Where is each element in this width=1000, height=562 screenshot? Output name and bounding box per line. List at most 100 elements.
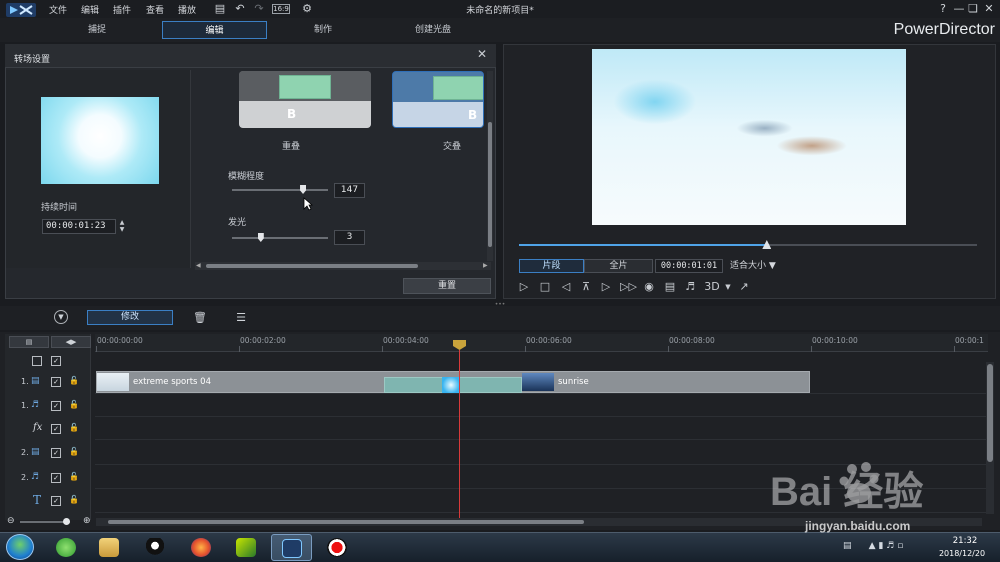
zoom-in-icon[interactable]: ⊕ bbox=[83, 516, 91, 526]
panel-horizontal-scroll-thumb[interactable] bbox=[206, 264, 418, 268]
fast-forward-icon[interactable]: ▷▷ bbox=[620, 280, 637, 294]
clock-time[interactable]: 21:32 bbox=[940, 536, 990, 546]
redo-icon[interactable]: ↷ bbox=[252, 2, 266, 16]
modify-button[interactable]: 修改 bbox=[87, 310, 173, 325]
lock-icon[interactable]: 🔓 bbox=[69, 447, 79, 456]
track-enable-checkbox[interactable]: ✓ bbox=[51, 448, 61, 458]
track-enable-checkbox[interactable]: ✓ bbox=[51, 401, 61, 411]
panel-title: 转场设置 bbox=[14, 55, 51, 65]
3d-dropdown-icon[interactable]: ▼ bbox=[721, 280, 735, 294]
menu-edit[interactable]: 编辑 bbox=[81, 3, 99, 16]
effect-card-overlap[interactable]: B bbox=[239, 71, 371, 128]
firefox-icon bbox=[191, 538, 211, 557]
duration-spinner[interactable]: ▲ ▼ bbox=[116, 219, 128, 234]
minimize-icon[interactable]: — bbox=[952, 2, 966, 16]
taskbar-app-qq[interactable] bbox=[135, 534, 176, 561]
timecode-display[interactable]: 00:00:01:01 bbox=[655, 259, 723, 273]
scroll-left-icon[interactable]: ◀ bbox=[196, 262, 201, 269]
ruler-tick bbox=[382, 346, 383, 352]
taskbar-app-editor[interactable] bbox=[226, 534, 267, 561]
lock-icon[interactable]: 🔓 bbox=[69, 472, 79, 481]
subtitle-icon[interactable]: ▤ bbox=[663, 280, 677, 294]
delete-icon[interactable]: 🗑 bbox=[193, 310, 207, 325]
title-track-icon: T bbox=[33, 493, 42, 507]
start-button[interactable] bbox=[6, 534, 34, 560]
zoom-fit-dropdown[interactable]: 适合大小 ▼ bbox=[730, 259, 788, 273]
ruler-label: 00:00:04:00 bbox=[383, 336, 429, 345]
aspect-ratio-icon[interactable]: 16:9 bbox=[272, 4, 290, 14]
glow-value-input[interactable]: 3 bbox=[334, 230, 365, 245]
lock-icon[interactable]: 🔓 bbox=[69, 423, 79, 432]
blur-slider-track[interactable] bbox=[232, 189, 328, 191]
previous-frame-icon[interactable]: ◁ bbox=[559, 280, 573, 294]
track-enable-checkbox[interactable]: ✓ bbox=[51, 377, 61, 387]
taskbar-app-browser[interactable] bbox=[46, 534, 87, 561]
playhead-line bbox=[459, 350, 460, 518]
zoom-slider-thumb[interactable] bbox=[63, 518, 70, 525]
next-frame-icon[interactable]: ▷ bbox=[599, 280, 613, 294]
close-icon[interactable]: ✕ bbox=[982, 2, 996, 16]
3d-button[interactable]: 3D bbox=[704, 280, 720, 294]
panel-close-icon[interactable]: ✕ bbox=[475, 47, 489, 61]
audio-track-icon: ♬ bbox=[31, 400, 40, 410]
panel-vertical-scroll-thumb[interactable] bbox=[488, 122, 492, 247]
movie-mode-button[interactable]: 全片 bbox=[584, 259, 653, 273]
lock-icon[interactable]: 🔓 bbox=[69, 376, 79, 385]
scroll-right-icon[interactable]: ▶ bbox=[483, 262, 488, 269]
watermark-url: jingyan.baidu.com bbox=[805, 519, 911, 533]
duration-input[interactable]: 00:00:01:23 bbox=[42, 219, 116, 234]
folder-icon bbox=[99, 538, 119, 557]
splitter-grip-icon[interactable]: ••• bbox=[490, 301, 510, 308]
zoom-out-icon[interactable]: ⊖ bbox=[7, 516, 15, 526]
reset-button[interactable]: 重置 bbox=[403, 278, 491, 294]
tab-create-disc[interactable]: 创建光盘 bbox=[400, 21, 466, 39]
project-title: 未命名的新项目* bbox=[466, 6, 534, 16]
clock-date[interactable]: 2018/12/20 bbox=[932, 549, 992, 558]
all-tracks-checkbox[interactable] bbox=[32, 356, 42, 366]
taskbar-app-recorder[interactable] bbox=[317, 534, 358, 561]
all-tracks-enabled-checkbox[interactable]: ✓ bbox=[51, 356, 61, 366]
tab-produce[interactable]: 制作 bbox=[290, 21, 356, 39]
camera-icon[interactable]: ◉ bbox=[642, 280, 656, 294]
taskbar-app-powerdirector[interactable] bbox=[271, 534, 312, 561]
blur-value-input[interactable]: 147 bbox=[334, 183, 365, 198]
more-functions-icon[interactable]: ☰ bbox=[234, 310, 248, 325]
blur-label: 模糊程度 bbox=[228, 172, 265, 182]
help-button[interactable]: ? bbox=[936, 2, 950, 16]
menu-plugins[interactable]: 插件 bbox=[113, 3, 131, 16]
track-enable-checkbox[interactable]: ✓ bbox=[51, 473, 61, 483]
fit-timeline-button[interactable]: ◀▶ bbox=[51, 336, 91, 348]
ruler-label: 00:00:02:00 bbox=[240, 336, 286, 345]
taskbar-app-explorer[interactable] bbox=[89, 534, 130, 561]
undock-icon[interactable]: ↗ bbox=[737, 280, 751, 294]
timeline-vertical-scroll-thumb[interactable] bbox=[987, 364, 993, 462]
save-icon[interactable]: ▤ bbox=[213, 2, 227, 16]
taskbar-app-firefox[interactable] bbox=[181, 534, 222, 561]
lock-icon[interactable]: 🔓 bbox=[69, 400, 79, 409]
play-icon[interactable]: ▷ bbox=[517, 280, 531, 294]
gear-icon[interactable]: ⚙ bbox=[300, 2, 314, 16]
track-manager-button[interactable]: ▤ bbox=[9, 336, 49, 348]
menu-playback[interactable]: 播放 bbox=[178, 3, 196, 16]
track-enable-checkbox[interactable]: ✓ bbox=[51, 424, 61, 434]
system-tray[interactable]: ▤ ▲ ▮ ♬ ▫ bbox=[843, 541, 903, 551]
collapse-icon[interactable]: ▼ bbox=[54, 310, 68, 324]
volume-icon[interactable]: ♬ bbox=[683, 280, 697, 294]
menu-view[interactable]: 查看 bbox=[146, 3, 164, 16]
transition-marker[interactable] bbox=[442, 377, 460, 393]
menu-file[interactable]: 文件 bbox=[49, 3, 67, 16]
clip-mode-button[interactable]: 片段 bbox=[519, 259, 584, 273]
snapshot-marker-icon[interactable]: ⊼ bbox=[579, 280, 593, 294]
undo-icon[interactable]: ↶ bbox=[233, 2, 247, 16]
track-enable-checkbox[interactable]: ✓ bbox=[51, 496, 61, 506]
effect-label-overlap: 重叠 bbox=[281, 142, 300, 152]
restore-icon[interactable]: ❏ bbox=[966, 2, 980, 16]
lock-icon[interactable]: 🔓 bbox=[69, 495, 79, 504]
glow-slider-track[interactable] bbox=[232, 237, 328, 239]
stop-icon[interactable]: □ bbox=[538, 280, 552, 294]
effect-card-cross[interactable]: B bbox=[392, 71, 484, 128]
timeline-horizontal-scroll-thumb[interactable] bbox=[108, 520, 584, 524]
tab-capture[interactable]: 捕捉 bbox=[64, 21, 130, 39]
tab-edit[interactable]: 编辑 bbox=[162, 21, 267, 39]
fit-label: 适合大小 bbox=[730, 261, 767, 271]
